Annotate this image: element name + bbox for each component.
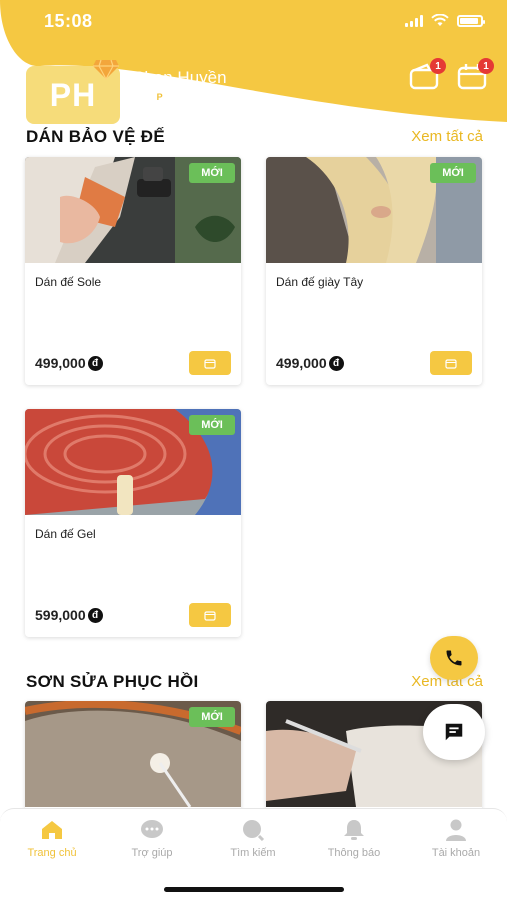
book-service-button[interactable] (189, 351, 231, 375)
tab-notifications[interactable]: Thông báo (309, 819, 399, 859)
new-badge: MỚI (189, 707, 235, 727)
points-balance: 0.0 P (133, 90, 167, 104)
tab-label: Thông báo (327, 847, 381, 859)
product-price: 499,000 đ (35, 355, 103, 371)
book-service-button[interactable] (430, 351, 472, 375)
currency-icon: đ (87, 607, 103, 623)
signal-icon (405, 14, 423, 27)
tab-home[interactable]: Trang chủ (7, 819, 97, 859)
currency-icon: đ (87, 355, 103, 371)
new-badge: MỚI (189, 163, 235, 183)
tab-label: Tìm kiếm (230, 847, 276, 859)
new-badge: MỚI (189, 415, 235, 435)
points-symbol: P (152, 90, 167, 104)
product-price: 499,000 đ (276, 355, 344, 371)
product-name: Dán đế Gel (35, 527, 96, 541)
section-title: SƠN SỬA PHỤC HỒI (26, 672, 199, 691)
booking-calendar-button[interactable]: 1 (456, 58, 494, 90)
product-card[interactable]: MỚI Dán đế Gel 599,000 đ (25, 409, 241, 637)
phone-icon (446, 650, 462, 666)
help-chat-icon (141, 820, 163, 838)
product-card[interactable]: MỚI Dán đế giày Tây 499,000 đ (266, 157, 482, 385)
status-icons (405, 14, 485, 27)
calendar-badge: 1 (478, 58, 494, 74)
chat-icon (445, 723, 463, 741)
call-button[interactable] (430, 636, 478, 680)
book-service-button[interactable] (189, 603, 231, 627)
calendar-icon (445, 358, 457, 369)
product-card[interactable]: MỚI Dán đế Sole 499,000 đ (25, 157, 241, 385)
search-icon (243, 820, 265, 841)
product-price: 599,000 đ (35, 607, 103, 623)
tab-account[interactable]: Tài khoản (411, 819, 501, 859)
rank-diamond-icon (93, 59, 119, 80)
see-all-link[interactable]: Xem tất cả (411, 128, 483, 145)
currency-icon: đ (328, 355, 344, 371)
tab-help[interactable]: Trợ giúp (107, 819, 197, 859)
status-time: 15:08 (44, 11, 93, 31)
battery-icon (457, 14, 485, 27)
bell-icon (344, 820, 364, 840)
section-title: DÁN BẢO VỆ ĐẾ (26, 127, 165, 146)
status-bar: 15:08 (0, 0, 507, 44)
price-value: 599,000 (35, 607, 86, 623)
tab-label: Trang chủ (27, 847, 77, 859)
chat-button[interactable] (423, 704, 485, 760)
wallet-button[interactable]: 1 (408, 58, 446, 90)
new-badge: MỚI (430, 163, 476, 183)
user-name: Phan Huyền (133, 68, 227, 87)
product-card[interactable]: MỚI (25, 701, 241, 811)
home-indicator (164, 887, 344, 892)
calendar-icon (204, 358, 216, 369)
wallet-badge: 1 (430, 58, 446, 74)
tab-label: Tài khoản (431, 847, 481, 859)
home-icon (42, 821, 62, 839)
points-value: 0.0 (133, 90, 150, 104)
product-name: Dán đế giày Tây (276, 275, 364, 289)
user-icon (446, 819, 466, 841)
wifi-icon (431, 14, 449, 26)
product-name: Dán đế Sole (35, 275, 102, 289)
tab-search[interactable]: Tìm kiếm (208, 819, 298, 859)
price-value: 499,000 (35, 355, 86, 371)
calendar-icon (204, 610, 216, 621)
tab-label: Trợ giúp (131, 847, 173, 859)
price-value: 499,000 (276, 355, 327, 371)
